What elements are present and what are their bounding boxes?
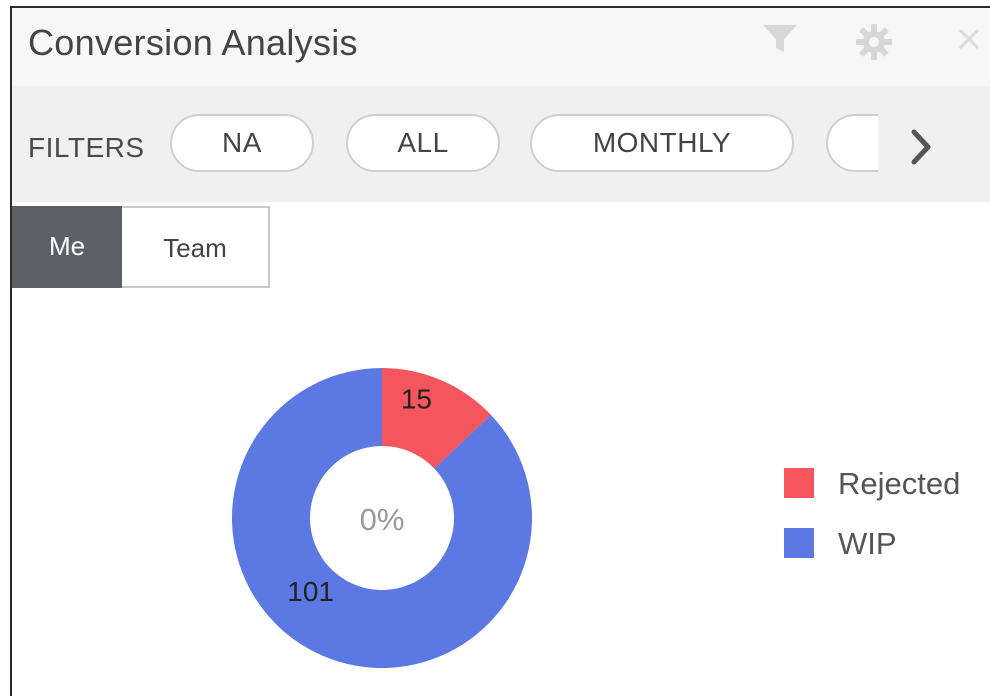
conversion-analysis-widget: Conversion Analysis FILTERS NA ALL MONTH…: [10, 6, 990, 696]
legend-label: Rejected: [838, 466, 961, 501]
close-icon[interactable]: [956, 26, 982, 57]
filter-pill-monthly[interactable]: MONTHLY: [530, 114, 794, 172]
data-label-wip: 101: [287, 576, 334, 607]
toggle-team[interactable]: Team: [122, 206, 270, 288]
legend-label: WIP: [838, 526, 897, 561]
chevron-right-icon[interactable]: [906, 128, 936, 171]
toggle-me[interactable]: Me: [12, 206, 122, 288]
legend-swatch: [784, 468, 814, 498]
filters-bar: FILTERS NA ALL MONTHLY: [12, 86, 990, 202]
filter-icon[interactable]: [760, 22, 800, 61]
legend-swatch: [784, 528, 814, 558]
filters-label: FILTERS: [28, 132, 145, 163]
donut-center-label: 0%: [360, 502, 405, 537]
legend-item-rejected[interactable]: Rejected: [784, 466, 984, 502]
legend-item-wip[interactable]: WIP: [784, 526, 984, 562]
filter-pill-partial[interactable]: [826, 114, 878, 172]
widget-title: Conversion Analysis: [28, 22, 358, 63]
gear-icon[interactable]: [854, 22, 894, 67]
filter-pill-na[interactable]: NA: [170, 114, 314, 172]
data-label-rejected: 15: [401, 383, 432, 414]
widget-header: Conversion Analysis: [12, 8, 990, 86]
filter-pill-all[interactable]: ALL: [346, 114, 500, 172]
conversion-donut-chart: 15 101 0%: [232, 368, 532, 668]
